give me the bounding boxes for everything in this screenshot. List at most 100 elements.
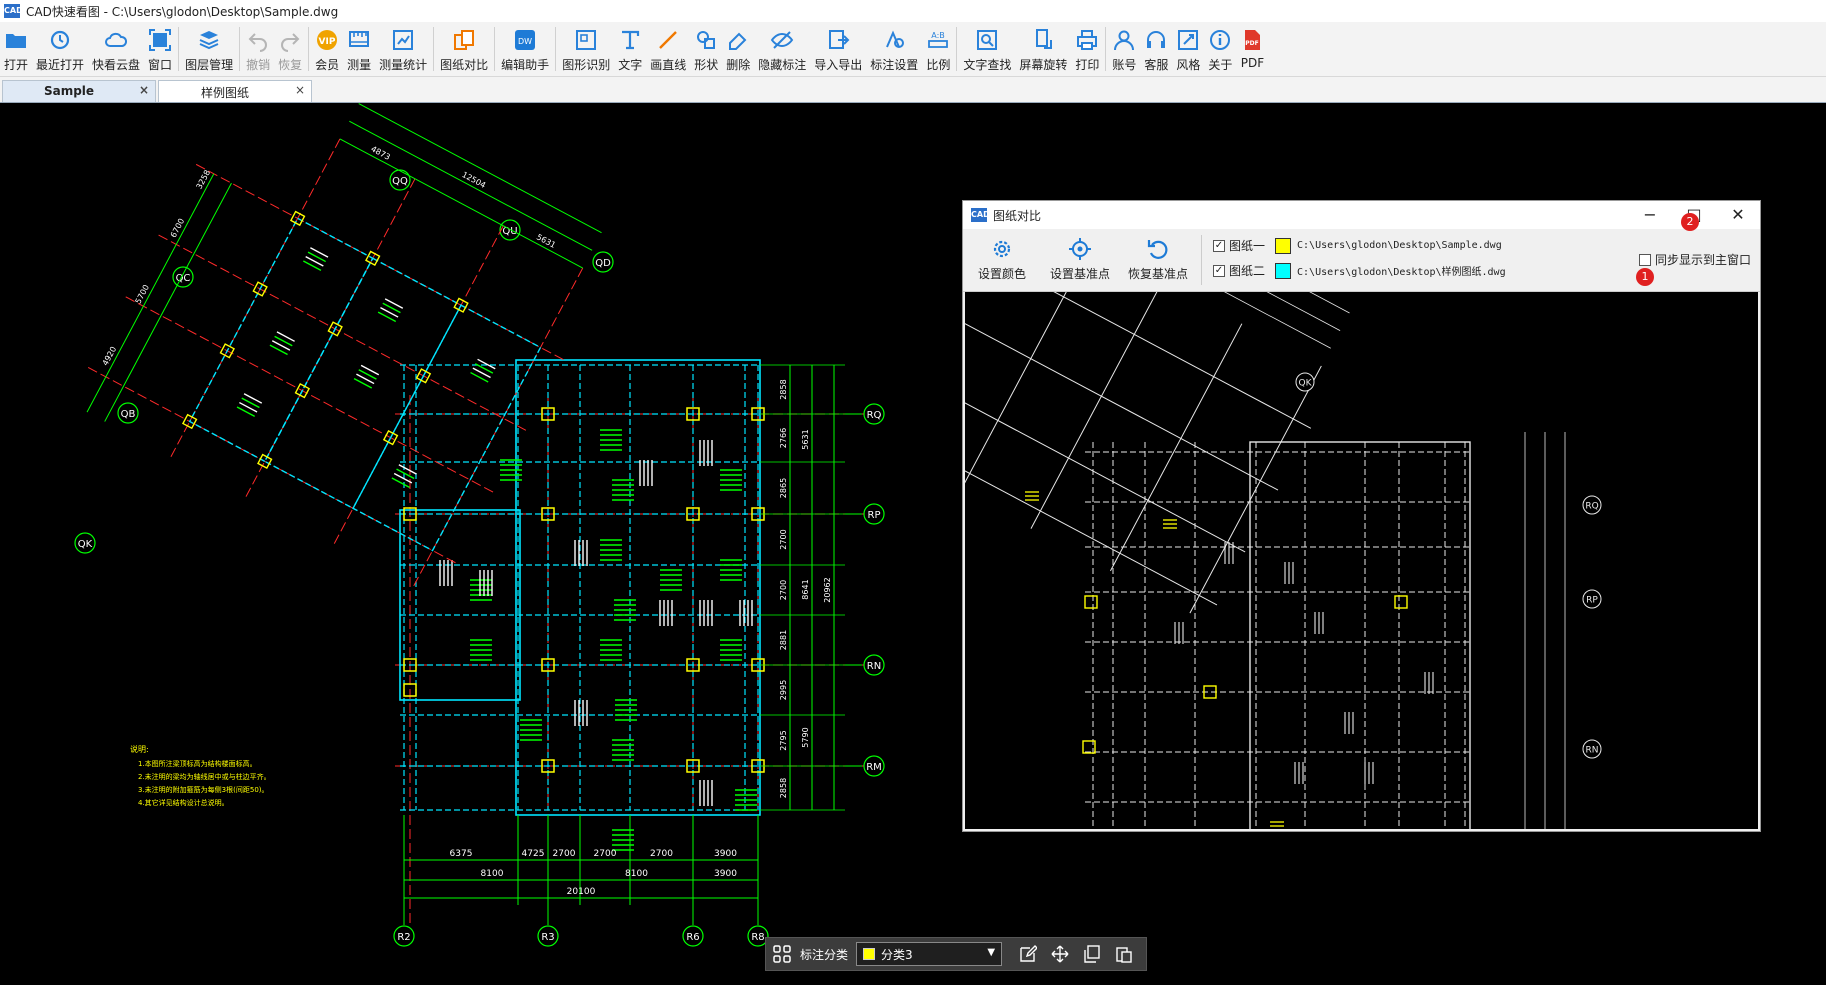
style-button[interactable]: 风格 xyxy=(1172,22,1204,76)
edit-helper-button[interactable]: DW 编辑助手 xyxy=(497,22,553,76)
text-search-icon xyxy=(977,30,998,50)
compare-dialog: CAD 图纸对比 − □ ✕ 2 设置颜色 设置基准点 恢复基准点 ✓ 图纸一 … xyxy=(962,200,1761,832)
delete-button[interactable]: 删除 xyxy=(722,22,754,76)
vip-button[interactable]: VIP 会员 xyxy=(311,22,343,76)
axis-RN-label: RN xyxy=(1586,746,1599,756)
rebar-note xyxy=(396,468,415,480)
pdf-label: PDF xyxy=(1240,56,1265,70)
window-icon xyxy=(149,29,172,51)
edit-helper-icon: DW xyxy=(515,30,536,50)
dim-text: 6700 xyxy=(169,217,187,239)
file1-color-swatch[interactable] xyxy=(1275,237,1292,254)
rebar-note xyxy=(307,251,327,263)
file-row-1: ✓ 图纸一 C:\Users\glodon\Desktop\Sample.dwg xyxy=(1213,237,1502,254)
measure-button[interactable]: 测量 xyxy=(343,22,375,76)
shape-recog-label: 图形识别 xyxy=(562,58,611,72)
text-search-button[interactable]: 文字查找 xyxy=(959,22,1015,76)
rebar-note xyxy=(305,255,324,267)
close-button[interactable]: ✕ xyxy=(1716,201,1760,229)
shape-recog-button[interactable]: 图形识别 xyxy=(558,22,614,76)
measure-stats-button[interactable]: 测量统计 xyxy=(375,22,431,76)
move-icon[interactable] xyxy=(1048,942,1072,966)
undo-button[interactable]: 撤销 xyxy=(242,22,274,76)
text-icon xyxy=(622,30,640,50)
tab-close-icon[interactable]: × xyxy=(295,83,305,97)
rebar-note xyxy=(271,340,291,351)
line-button[interactable]: 画直线 xyxy=(646,22,690,76)
compare-plan: RQ RP RN QK xyxy=(965,292,1602,829)
badge-1: 1 xyxy=(1636,268,1654,286)
grid-icon[interactable] xyxy=(770,942,794,966)
recent-button[interactable]: 最近打开 xyxy=(32,22,88,76)
style-icon xyxy=(1178,30,1199,50)
print-button[interactable]: 打印 xyxy=(1071,22,1103,76)
pdf-button[interactable]: PDF PDF xyxy=(1236,22,1268,76)
account-button[interactable]: 账号 xyxy=(1108,22,1140,76)
dim-text: 3900 xyxy=(714,849,737,859)
dim-text: 2700 xyxy=(779,529,788,549)
minimize-button[interactable]: − xyxy=(1628,201,1672,229)
vip-icon: VIP xyxy=(317,30,338,50)
shape-button[interactable]: 形状 xyxy=(690,22,722,76)
category-label: 标注分类 xyxy=(800,947,849,962)
rebar-note xyxy=(239,401,258,413)
text-button[interactable]: 文字 xyxy=(614,22,646,76)
category-swatch xyxy=(863,948,876,960)
dim-text: 2766 xyxy=(779,428,788,448)
eraser-icon xyxy=(729,32,747,50)
window-button[interactable]: 窗口 xyxy=(144,22,176,76)
tab-label: 样例图纸 xyxy=(200,86,249,100)
compare-button[interactable]: 图纸对比 xyxy=(436,22,492,76)
mark-settings-button[interactable]: 标注设置 xyxy=(866,22,922,76)
service-button[interactable]: 客服 xyxy=(1140,22,1172,76)
compare-toolbar: 设置颜色 设置基准点 恢复基准点 ✓ 图纸一 C:\Users\glodon\D… xyxy=(963,229,1760,292)
shape-recognition-icon xyxy=(576,30,597,50)
compare-canvas[interactable]: RQ RP RN QK xyxy=(965,292,1758,829)
category-select[interactable]: 分类3 ▼ xyxy=(856,942,1003,966)
toolbar-divider xyxy=(308,27,310,71)
tab-label: Sample xyxy=(43,84,95,98)
axis-RP-label: RP xyxy=(1586,596,1598,606)
hide-mark-label: 隐藏标注 xyxy=(758,58,807,72)
set-color-button[interactable]: 设置颜色 xyxy=(963,229,1041,282)
paste-icon[interactable] xyxy=(1112,942,1136,966)
dim-text: 2858 xyxy=(779,778,788,798)
about-button[interactable]: 关于 xyxy=(1204,22,1236,76)
beam-outline xyxy=(399,509,521,701)
tab-2[interactable]: 样例图纸 × xyxy=(158,80,312,102)
open-button[interactable]: 打开 xyxy=(0,22,32,76)
delete-label: 删除 xyxy=(726,58,751,72)
rebar-note xyxy=(353,377,373,389)
reset-basepoint-button[interactable]: 恢复基准点 xyxy=(1119,229,1197,282)
tab-1[interactable]: Sample × xyxy=(2,80,156,102)
undo-icon xyxy=(248,33,268,52)
print-label: 打印 xyxy=(1075,58,1100,72)
set-basepoint-button[interactable]: 设置基准点 xyxy=(1041,229,1119,282)
toolbar-divider xyxy=(433,27,435,71)
edit-icon[interactable] xyxy=(1016,942,1040,966)
redo-label: 恢复 xyxy=(278,58,303,72)
axis-QB-label: QB xyxy=(121,409,136,420)
rebar-note xyxy=(382,302,401,314)
rebar-note xyxy=(477,358,496,370)
file2-checkbox[interactable]: ✓ xyxy=(1213,264,1225,277)
file2-color-swatch[interactable] xyxy=(1275,262,1292,279)
cloud-button[interactable]: 快看云盘 xyxy=(88,22,144,76)
dim-total-text: 20962 xyxy=(823,577,832,602)
hide-mark-button[interactable]: 隐藏标注 xyxy=(754,22,810,76)
dim-text: 5790 xyxy=(801,727,810,747)
tab-close-icon[interactable]: × xyxy=(139,83,149,97)
rotate-button[interactable]: 屏幕旋转 xyxy=(1015,22,1071,76)
dim-total-text: 20100 xyxy=(567,887,596,897)
dim-text: 2700 xyxy=(594,849,617,859)
sync-checkbox[interactable] xyxy=(1639,253,1651,266)
redo-button[interactable]: 恢复 xyxy=(274,22,306,76)
layers-button[interactable]: 图层管理 xyxy=(181,22,237,76)
copy-icon[interactable] xyxy=(1080,942,1104,966)
shape-icon xyxy=(697,31,716,49)
import-export-button[interactable]: 导入导出 xyxy=(810,22,866,76)
sync-option[interactable]: 同步显示到主窗口 xyxy=(1639,251,1751,268)
file1-checkbox[interactable]: ✓ xyxy=(1213,239,1225,252)
cloud-icon xyxy=(105,32,128,47)
scale-button[interactable]: A:B 比例 xyxy=(922,22,954,76)
